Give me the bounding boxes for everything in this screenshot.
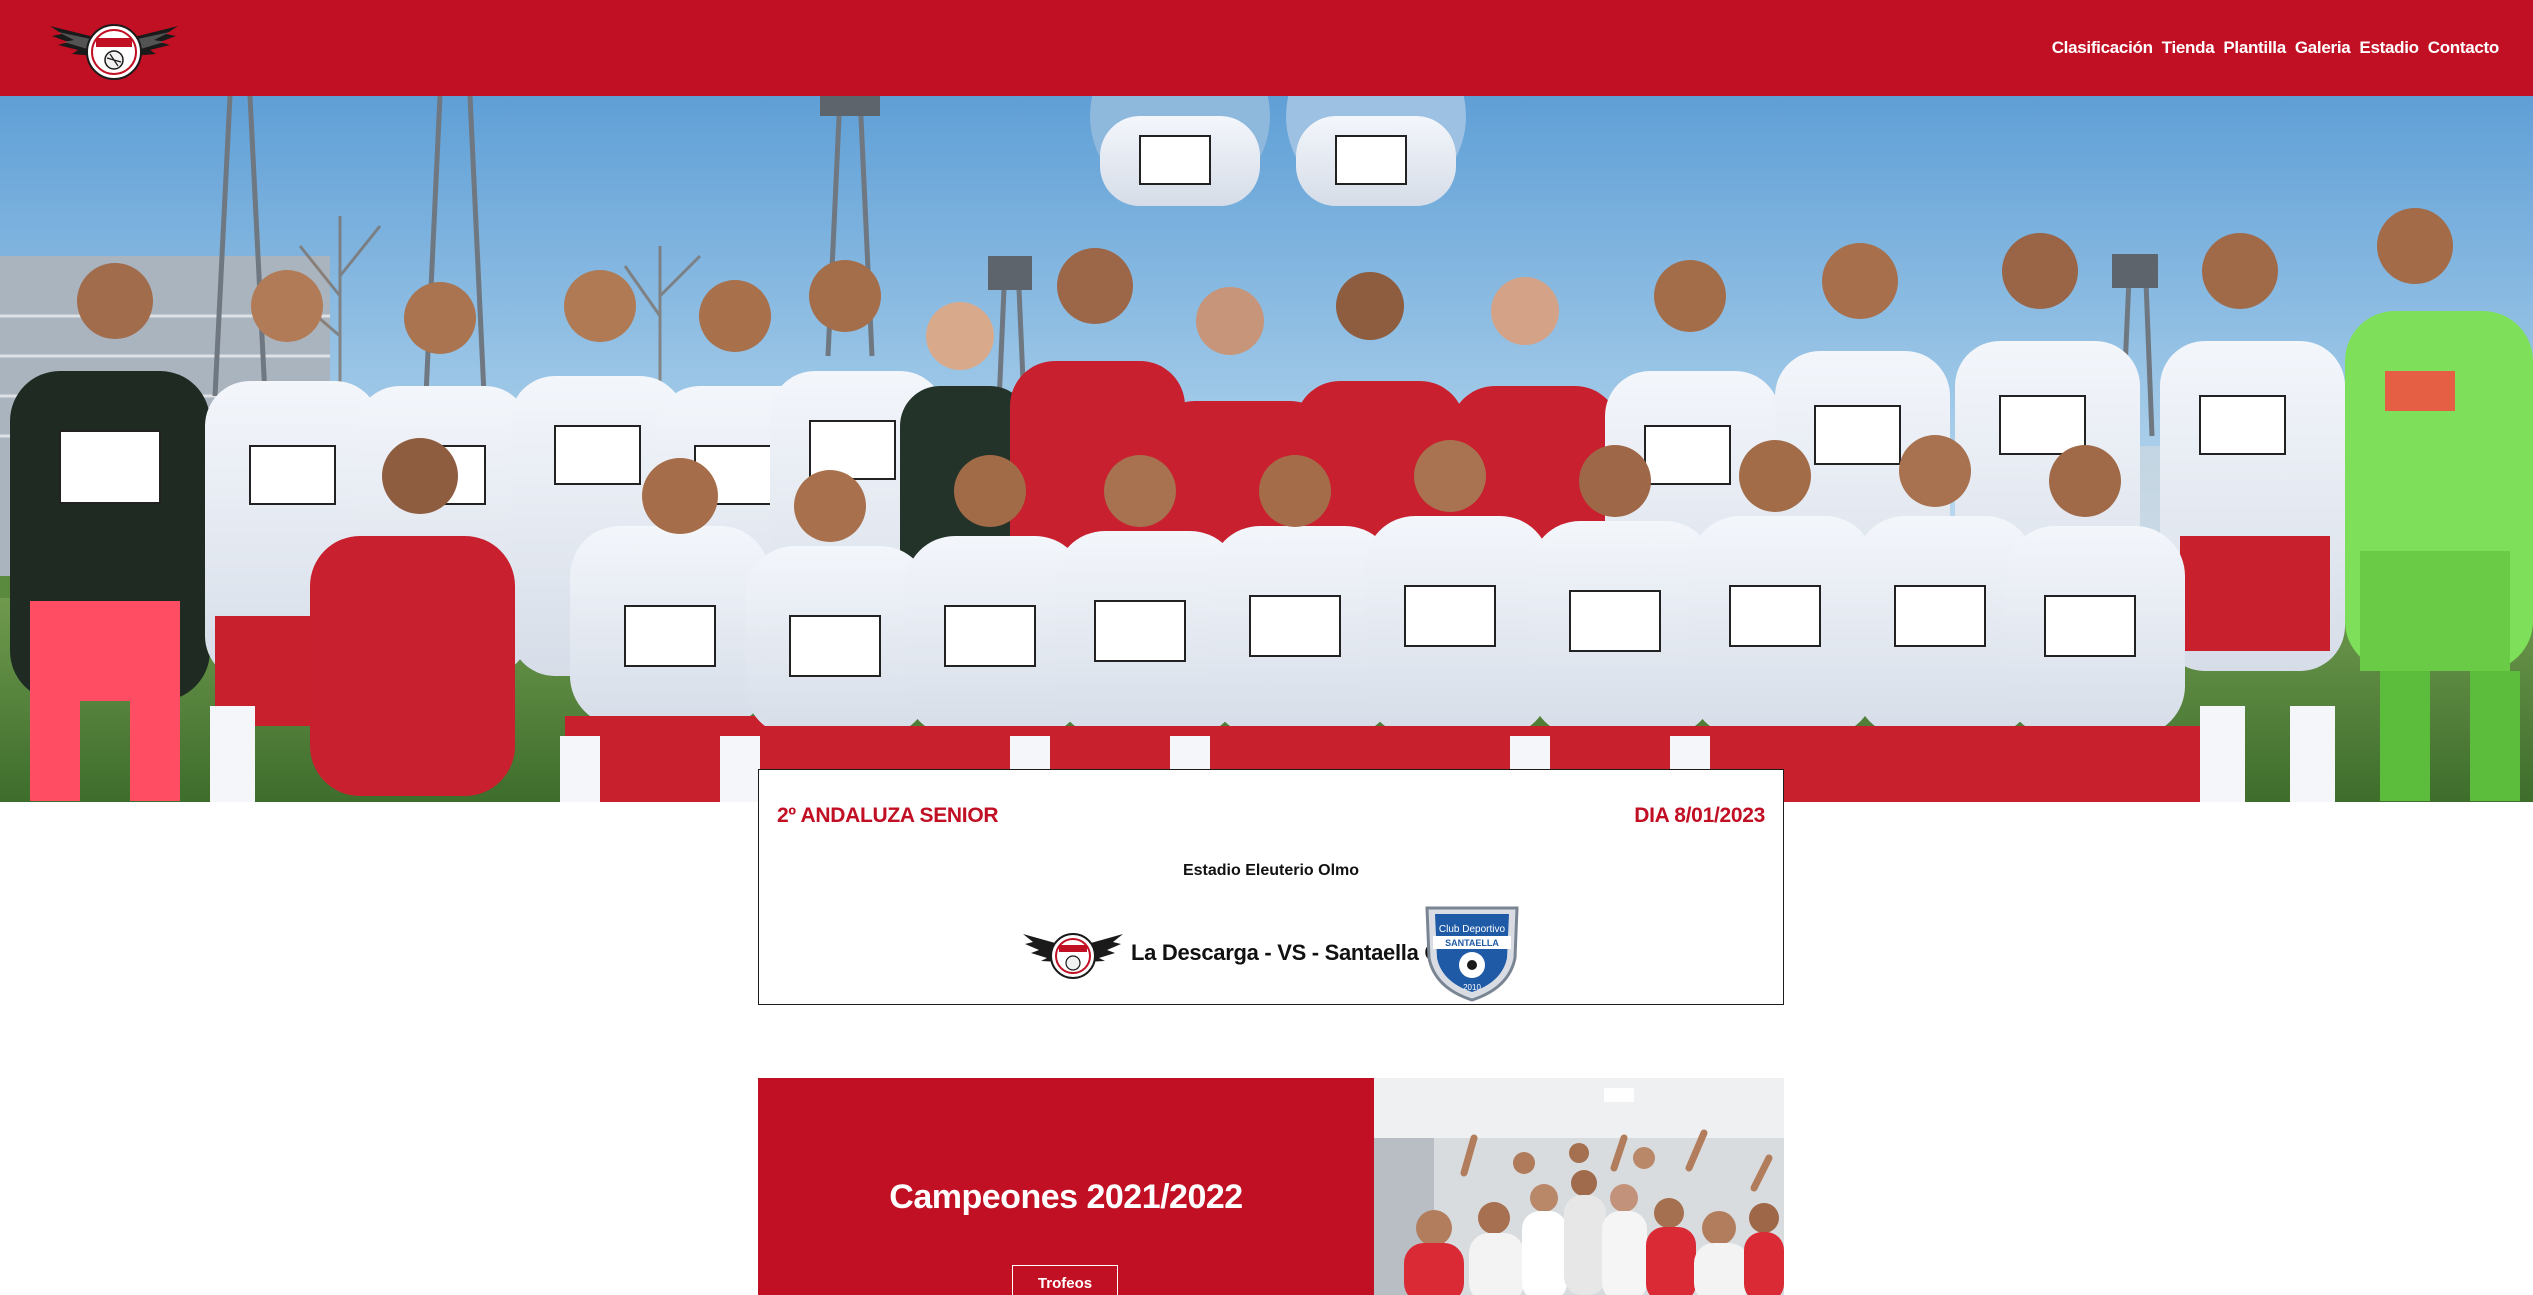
- match-date: DIA 8/01/2023: [1634, 804, 1765, 827]
- home-team-logo: [1021, 926, 1125, 982]
- nav-link-tienda[interactable]: Tienda: [2162, 38, 2215, 58]
- main-nav: Clasificación Tienda Plantilla Galeria E…: [2052, 0, 2500, 96]
- champions-title: Campeones 2021/2022: [889, 1178, 1243, 1216]
- away-team-crest: Club Deportivo SANTAELLA 2010: [1419, 902, 1525, 1004]
- hero-team-photo: [0, 96, 2533, 802]
- nav-link-plantilla[interactable]: Plantilla: [2223, 38, 2286, 58]
- trophies-button[interactable]: Trofeos: [1012, 1265, 1118, 1295]
- site-header: Clasificación Tienda Plantilla Galeria E…: [0, 0, 2533, 96]
- away-crest-top-text: Club Deportivo: [1439, 924, 1506, 935]
- away-crest-band-text: SANTAELLA: [1445, 938, 1499, 948]
- stadium-name: Estadio Eleuterio Olmo: [1182, 862, 1360, 879]
- champions-banner: Campeones 2021/2022 Trofeos: [758, 1078, 1374, 1295]
- nav-link-estadio[interactable]: Estadio: [2359, 38, 2419, 58]
- matchup-text: La Descarga - VS - Santaella C.F: [1131, 940, 1459, 965]
- competition-label: 2º ANDALUZA SENIOR: [777, 804, 999, 827]
- nav-link-galeria[interactable]: Galeria: [2295, 38, 2351, 58]
- champions-celebration-photo: [1374, 1078, 1784, 1295]
- club-logo[interactable]: [44, 12, 184, 84]
- next-match-card: 2º ANDALUZA SENIOR DIA 8/01/2023 Estadio…: [758, 769, 1784, 1005]
- team-photo-image: [0, 96, 2533, 802]
- nav-link-clasificacion[interactable]: Clasificación: [2052, 38, 2153, 58]
- away-crest-year-text: 2010: [1463, 983, 1481, 992]
- nav-link-contacto[interactable]: Contacto: [2428, 38, 2500, 58]
